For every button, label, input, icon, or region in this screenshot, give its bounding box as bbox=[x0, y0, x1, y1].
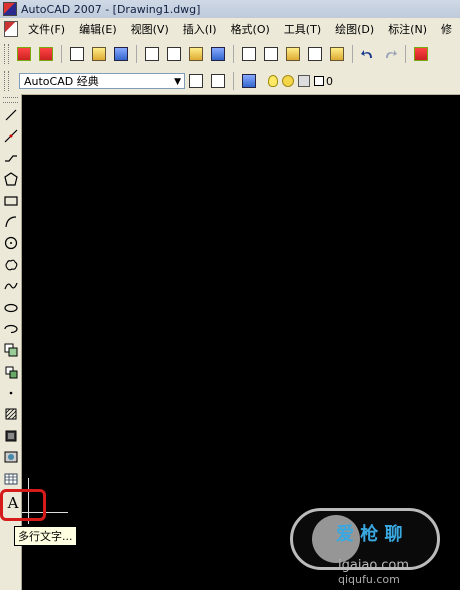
menu-dimension[interactable]: 标注(N) bbox=[382, 21, 435, 37]
layer-current: 0 bbox=[326, 74, 333, 88]
watermark-url-2: qiqufu.com bbox=[338, 573, 400, 586]
window-title: AutoCAD 2007 - [Drawing1.dwg] bbox=[21, 2, 201, 16]
title-bar: AutoCAD 2007 - [Drawing1.dwg] bbox=[0, 0, 460, 19]
watermark-url: igaiao.com bbox=[338, 558, 410, 573]
new-file-icon[interactable] bbox=[15, 45, 33, 63]
new-icon[interactable] bbox=[68, 45, 86, 63]
toolbar-separator bbox=[61, 45, 62, 63]
construction-line-icon[interactable] bbox=[2, 127, 20, 145]
ellipse-icon[interactable] bbox=[2, 299, 20, 317]
workspace-dropdown[interactable]: AutoCAD 经典 ▼ bbox=[19, 73, 185, 89]
menu-bar: 文件(F) 编辑(E) 视图(V) 插入(I) 格式(O) 工具(T) 绘图(D… bbox=[0, 18, 460, 41]
gradient-icon[interactable] bbox=[2, 427, 20, 445]
block-editor-icon[interactable] bbox=[328, 45, 346, 63]
menu-modify[interactable]: 修 bbox=[435, 21, 460, 37]
match-properties-icon[interactable] bbox=[306, 45, 324, 63]
save-icon[interactable] bbox=[112, 45, 130, 63]
menu-insert[interactable]: 插入(I) bbox=[177, 21, 225, 37]
menu-format[interactable]: 格式(O) bbox=[225, 21, 278, 37]
layer-properties-icon[interactable] bbox=[240, 72, 258, 90]
print-icon[interactable] bbox=[143, 45, 161, 63]
redo-icon[interactable] bbox=[381, 45, 399, 63]
table-icon[interactable] bbox=[2, 470, 20, 488]
layer-on-icon bbox=[268, 75, 278, 87]
region-icon[interactable] bbox=[2, 448, 20, 466]
layer-dropdown[interactable]: 0 bbox=[266, 75, 333, 88]
watermark-title: 爱 枪 聊 bbox=[336, 524, 403, 545]
make-block-icon[interactable] bbox=[2, 363, 20, 381]
toolbar-separator bbox=[136, 45, 137, 63]
document-icon[interactable] bbox=[4, 21, 19, 37]
publish-icon[interactable] bbox=[187, 45, 205, 63]
open-icon[interactable] bbox=[90, 45, 108, 63]
workspace-settings-icon[interactable] bbox=[187, 72, 205, 90]
toolbar-separator bbox=[233, 45, 234, 63]
plot-preview-icon[interactable] bbox=[165, 45, 183, 63]
toolbar-separator bbox=[352, 45, 353, 63]
menu-file[interactable]: 文件(F) bbox=[22, 21, 73, 37]
toolbar-grip[interactable] bbox=[4, 44, 9, 64]
ellipse-arc-icon[interactable] bbox=[2, 320, 20, 338]
toolbar-grip[interactable] bbox=[4, 71, 9, 91]
arc-icon[interactable] bbox=[2, 213, 20, 231]
hatch-icon[interactable] bbox=[2, 405, 20, 423]
paste-icon[interactable] bbox=[284, 45, 302, 63]
undo-icon[interactable] bbox=[359, 45, 377, 63]
polygon-icon[interactable] bbox=[2, 170, 20, 188]
workspace-selected: AutoCAD 经典 bbox=[24, 75, 99, 88]
toolbar-separator bbox=[405, 45, 406, 63]
qnew-icon[interactable] bbox=[37, 45, 55, 63]
workspace-save-icon[interactable] bbox=[209, 72, 227, 90]
rectangle-icon[interactable] bbox=[2, 192, 20, 210]
3d-dwf-icon[interactable] bbox=[209, 45, 227, 63]
workspace-toolbar: AutoCAD 经典 ▼ 0 bbox=[0, 68, 460, 95]
insert-block-icon[interactable] bbox=[2, 341, 20, 359]
line-icon[interactable] bbox=[2, 106, 20, 124]
standard-toolbar bbox=[0, 40, 460, 69]
menu-edit[interactable]: 编辑(E) bbox=[73, 21, 125, 37]
tooltip: 多行文字... bbox=[14, 526, 77, 546]
chevron-down-icon: ▼ bbox=[174, 77, 181, 87]
circle-icon[interactable] bbox=[2, 234, 20, 252]
point-icon[interactable] bbox=[2, 384, 20, 402]
revision-cloud-icon[interactable] bbox=[2, 256, 20, 274]
layer-color-icon bbox=[314, 76, 324, 86]
toolbar-grip[interactable] bbox=[3, 97, 18, 103]
menu-tools[interactable]: 工具(T) bbox=[278, 21, 329, 37]
menu-view[interactable]: 视图(V) bbox=[125, 21, 177, 37]
cut-icon[interactable] bbox=[240, 45, 258, 63]
toolbar-separator bbox=[233, 72, 234, 90]
autocad-app-icon[interactable] bbox=[3, 2, 17, 16]
polyline-icon[interactable] bbox=[2, 149, 20, 167]
copy-icon[interactable] bbox=[262, 45, 280, 63]
pan-icon[interactable] bbox=[412, 45, 430, 63]
layer-thaw-icon bbox=[282, 75, 294, 87]
menu-draw[interactable]: 绘图(D) bbox=[329, 21, 382, 37]
spline-icon[interactable] bbox=[2, 277, 20, 295]
highlight-annotation bbox=[0, 489, 46, 521]
layer-lock-icon bbox=[298, 75, 310, 87]
